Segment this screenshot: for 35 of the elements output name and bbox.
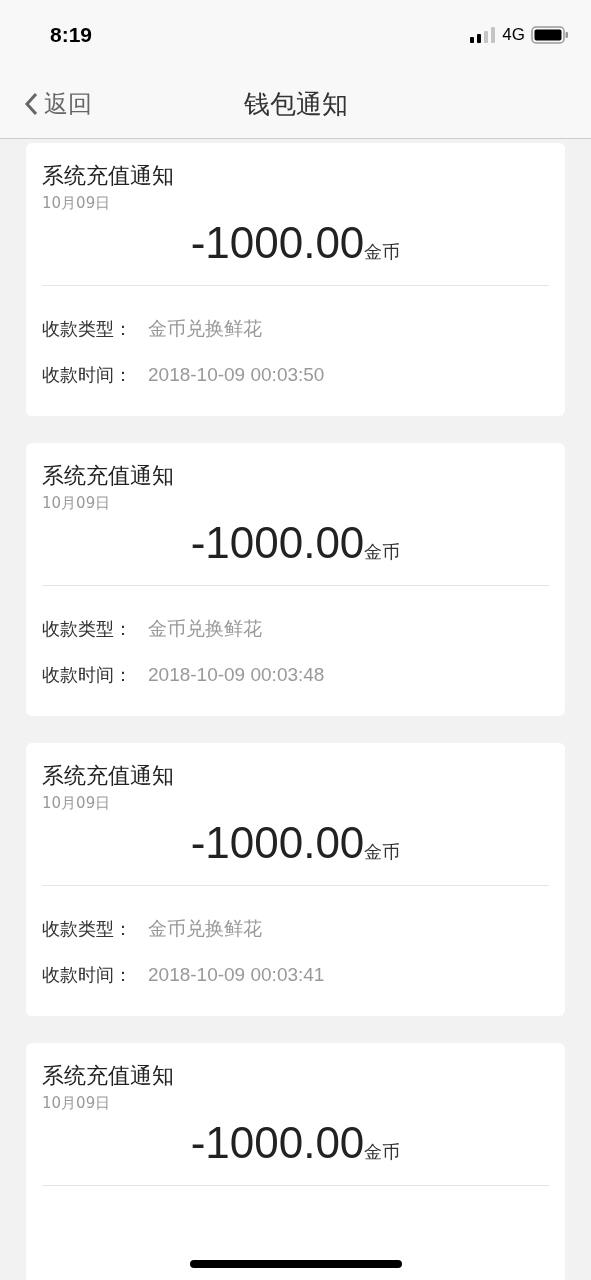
amount: -1000.00 [190, 517, 365, 569]
field-value: 金币兑换鲜花 [148, 917, 262, 941]
card-title: 系统充值通知 [42, 462, 174, 490]
amount: -1000.00 [190, 817, 365, 869]
chevron-left-icon [24, 92, 38, 116]
card-title: 系统充值通知 [42, 762, 174, 790]
card-title: 系统充值通知 [42, 162, 174, 190]
card-title: 系统充值通知 [42, 1062, 174, 1090]
field-value: 2018-10-09 00:03:48 [148, 663, 325, 687]
field-label: 收款时间： [42, 663, 132, 687]
field-label: 收款类型： [42, 317, 132, 341]
amount: -1000.00 [190, 217, 365, 269]
card-date: 10月09日 [42, 793, 111, 813]
card-date: 10月09日 [42, 1093, 111, 1113]
field-value: 2018-10-09 00:03:41 [148, 963, 325, 987]
signal-icon [470, 27, 497, 43]
status-time: 8:19 [50, 23, 93, 47]
network-label: 4G [502, 25, 525, 45]
field-value: 2018-10-09 00:03:50 [148, 363, 325, 387]
field-value: 金币兑换鲜花 [148, 617, 262, 641]
back-button[interactable]: 返回 [24, 88, 92, 120]
battery-icon [531, 26, 569, 44]
field-label: 收款类型： [42, 917, 132, 941]
amount: -1000.00 [190, 1117, 365, 1169]
card-date: 10月09日 [42, 193, 111, 213]
field-label: 收款类型： [42, 617, 132, 641]
field-label: 收款时间： [42, 363, 132, 387]
card-date: 10月09日 [42, 493, 111, 513]
amount-unit: 金币 [364, 241, 401, 264]
field-value: 金币兑换鲜花 [148, 317, 262, 341]
amount-unit: 金币 [364, 541, 401, 564]
field-label: 收款时间： [42, 963, 132, 987]
amount-unit: 金币 [364, 1141, 401, 1164]
amount-unit: 金币 [364, 841, 401, 864]
page-title: 钱包通知 [243, 87, 348, 121]
